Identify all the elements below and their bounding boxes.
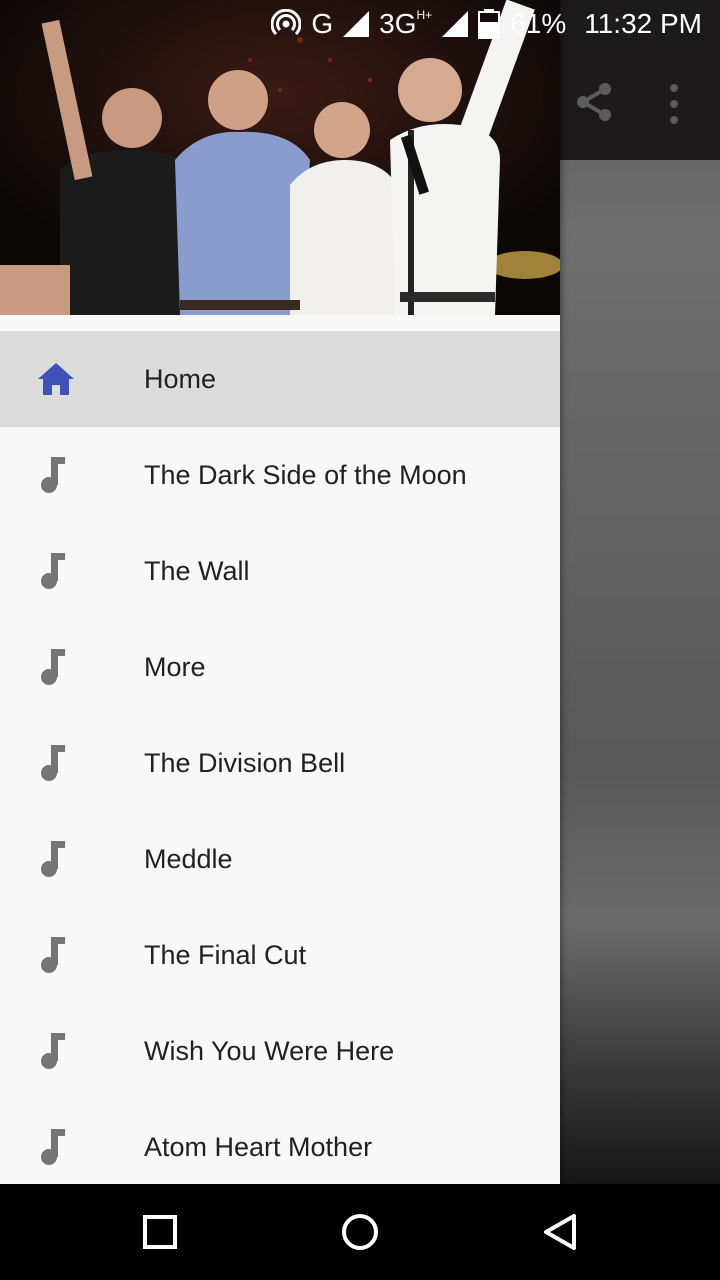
home-icon bbox=[38, 363, 74, 395]
signal-icon-2 bbox=[442, 11, 469, 37]
more-vert-icon[interactable] bbox=[664, 82, 684, 126]
drawer-item-the-wall[interactable]: The Wall bbox=[0, 523, 560, 619]
recents-button[interactable] bbox=[136, 1208, 184, 1256]
clock: 11:32 PM bbox=[584, 8, 702, 39]
drawer-item-final-cut[interactable]: The Final Cut bbox=[0, 907, 560, 1003]
drawer-item-meddle[interactable]: Meddle bbox=[0, 811, 560, 907]
system-navigation-bar bbox=[0, 1184, 720, 1280]
status-bar: G 3GH+ 61% 11:32 PM bbox=[0, 0, 720, 48]
drawer-item-label: Home bbox=[144, 364, 217, 394]
toolbar-actions bbox=[560, 48, 720, 160]
back-button[interactable] bbox=[536, 1208, 584, 1256]
drawer-menu: Home The Dark Side of the Moon The Wall bbox=[0, 331, 560, 1184]
music-note-icon bbox=[41, 745, 65, 781]
drawer-item-dark-side-of-the-moon[interactable]: The Dark Side of the Moon bbox=[0, 427, 560, 523]
drawer-item-atom-heart-mother[interactable]: Atom Heart Mother bbox=[0, 1099, 560, 1184]
battery-icon bbox=[478, 9, 501, 39]
drawer-item-home[interactable]: Home bbox=[0, 331, 560, 427]
signal-icon bbox=[343, 11, 370, 37]
music-note-icon bbox=[41, 1033, 65, 1069]
drawer-item-label: Wish You Were Here bbox=[144, 1036, 395, 1066]
network-g-label: G bbox=[311, 8, 334, 39]
music-note-icon bbox=[41, 457, 65, 493]
drawer-item-division-bell[interactable]: The Division Bell bbox=[0, 715, 560, 811]
music-note-icon bbox=[41, 1129, 65, 1165]
drawer-item-more[interactable]: More bbox=[0, 619, 560, 715]
music-note-icon bbox=[41, 937, 65, 973]
home-button[interactable] bbox=[336, 1208, 384, 1256]
drawer-item-wish-you-were-here[interactable]: Wish You Were Here bbox=[0, 1003, 560, 1099]
drawer-item-label: The Wall bbox=[144, 556, 250, 586]
music-note-icon bbox=[41, 649, 65, 685]
battery-level: 61% bbox=[510, 8, 567, 39]
network-3g-label: 3GH+ bbox=[379, 8, 433, 39]
hotspot-icon bbox=[271, 9, 302, 36]
drawer-item-label: Atom Heart Mother bbox=[144, 1132, 373, 1162]
music-note-icon bbox=[41, 553, 65, 589]
drawer-item-label: More bbox=[144, 652, 206, 682]
share-icon[interactable] bbox=[572, 80, 616, 124]
drawer-item-label: The Division Bell bbox=[144, 748, 346, 778]
navigation-drawer: Home The Dark Side of the Moon The Wall bbox=[0, 0, 560, 1184]
drawer-item-label: The Final Cut bbox=[144, 940, 307, 970]
drawer-item-label: Meddle bbox=[144, 844, 233, 874]
drawer-item-label: The Dark Side of the Moon bbox=[144, 460, 467, 490]
music-note-icon bbox=[41, 841, 65, 877]
